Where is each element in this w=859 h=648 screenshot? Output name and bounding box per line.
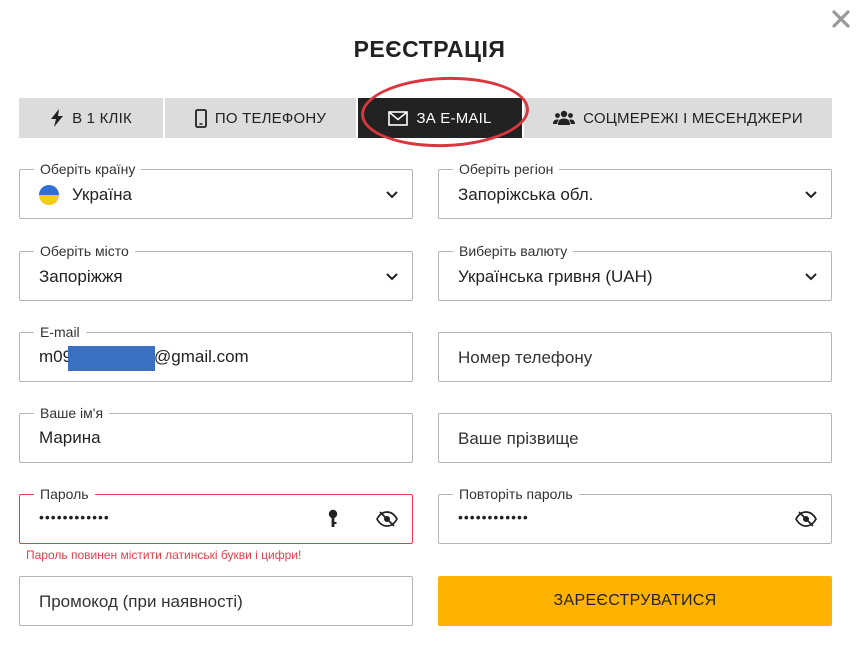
email-label: E-mail (34, 324, 86, 340)
close-icon (832, 10, 850, 28)
eye-off-icon[interactable] (376, 510, 398, 528)
users-icon (553, 110, 576, 125)
email-field[interactable]: E-mail m09 @gmail.com (19, 324, 413, 382)
lightning-icon (51, 109, 64, 127)
city-label: Оберіть місто (34, 243, 135, 259)
city-select[interactable]: Оберіть місто Запоріжжя (19, 243, 413, 301)
tab-email[interactable]: ЗА E-MAIL (358, 98, 522, 138)
region-label: Оберіть регіон (453, 161, 560, 177)
eye-off-icon[interactable] (795, 510, 817, 528)
country-label: Оберіть країну (34, 161, 142, 177)
chevron-down-icon (386, 191, 398, 199)
redaction-block (68, 346, 155, 371)
last-name-placeholder: Ваше прізвище (458, 429, 579, 448)
country-select[interactable]: Оберіть країну Україна (19, 161, 413, 219)
password-field[interactable]: Пароль •••••••••••• (19, 486, 413, 544)
tab-phone[interactable]: ПО ТЕЛЕФОНУ (165, 98, 356, 138)
chevron-down-icon (386, 273, 398, 281)
currency-select[interactable]: Виберіть валюту Українська гривня (UAH) (438, 243, 832, 301)
password-error-message: Пароль повинен містити латинські букви і… (26, 548, 302, 562)
key-icon[interactable] (327, 509, 339, 529)
region-value: Запоріжська обл. (458, 185, 594, 204)
dialog-title: РЕЄСТРАЦІЯ (353, 36, 506, 62)
password-value: •••••••••••• (39, 509, 110, 525)
last-name-field[interactable]: Ваше прізвище (438, 413, 832, 463)
first-name-field[interactable]: Ваше ім'я Марина (19, 405, 413, 463)
password-repeat-field[interactable]: Повторіть пароль •••••••••••• (438, 486, 832, 544)
chevron-down-icon (805, 273, 817, 281)
tab-label: СОЦМЕРЕЖІ І МЕСЕНДЖЕРИ (583, 109, 803, 127)
first-name-value: Марина (39, 428, 101, 447)
tab-label: ЗА E-MAIL (416, 109, 492, 127)
registration-tabs: В 1 КЛІК ПО ТЕЛЕФОНУ ЗА E-MAIL СОЦМЕРЕЖІ… (19, 98, 832, 138)
phone-field[interactable]: Номер телефону (438, 332, 832, 382)
tab-label: В 1 КЛІК (72, 109, 132, 127)
email-value-suffix: @gmail.com (154, 347, 249, 366)
chevron-down-icon (805, 191, 817, 199)
tab-one-click[interactable]: В 1 КЛІК (19, 98, 163, 138)
promo-code-field[interactable]: Промокод (при наявності) (19, 576, 413, 626)
phone-icon (194, 108, 207, 128)
promo-code-placeholder: Промокод (при наявності) (39, 592, 243, 611)
phone-placeholder: Номер телефону (458, 348, 593, 367)
first-name-label: Ваше ім'я (34, 405, 110, 421)
currency-label: Виберіть валюту (453, 243, 574, 259)
envelope-icon (388, 110, 409, 126)
tab-label: ПО ТЕЛЕФОНУ (214, 109, 327, 127)
close-button[interactable] (829, 7, 853, 31)
currency-value: Українська гривня (UAH) (458, 267, 653, 286)
password-repeat-value: •••••••••••• (458, 509, 529, 525)
register-button[interactable]: ЗАРЕЄСТРУВАТИСЯ (438, 576, 832, 626)
password-repeat-label: Повторіть пароль (453, 486, 579, 502)
region-select[interactable]: Оберіть регіон Запоріжська обл. (438, 161, 832, 219)
country-value: Україна (72, 185, 132, 204)
tab-social[interactable]: СОЦМЕРЕЖІ І МЕСЕНДЖЕРИ (524, 98, 832, 138)
password-label: Пароль (34, 486, 95, 502)
city-value: Запоріжжя (39, 267, 123, 286)
ukraine-flag-icon (39, 185, 59, 205)
